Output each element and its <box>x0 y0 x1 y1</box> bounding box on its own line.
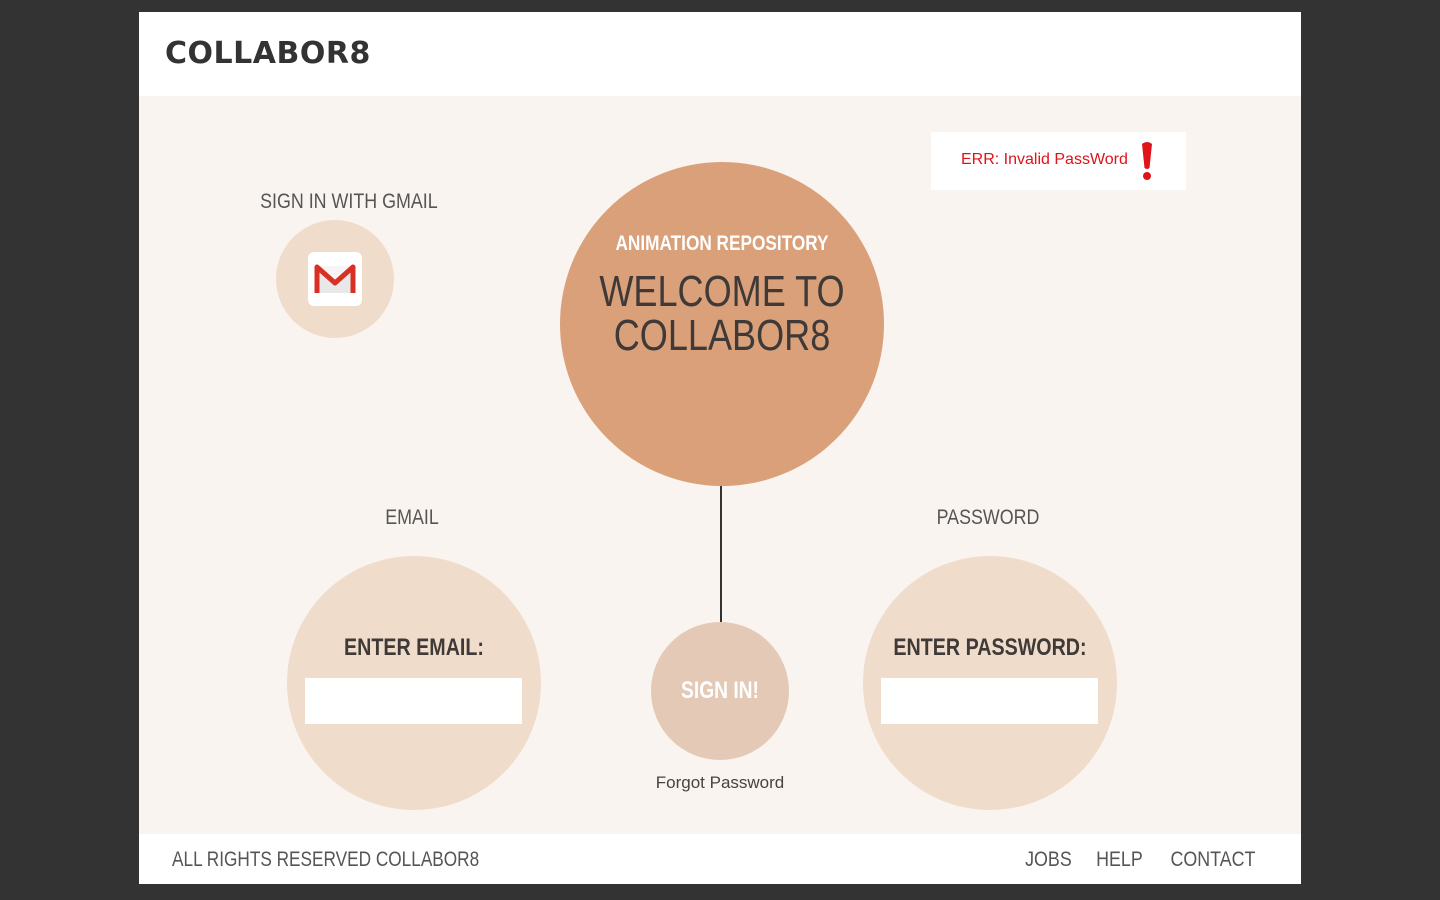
password-label: PASSWORD <box>936 506 1040 529</box>
footer: ALL RIGHTS RESERVED COLLABOR8 JOBS HELP … <box>139 834 1301 884</box>
signin-label: SIGN IN! <box>681 677 759 704</box>
footer-copyright: ALL RIGHTS RESERVED COLLABOR8 <box>172 848 480 871</box>
exclamation-icon <box>1142 142 1152 180</box>
login-area: ERR: Invalid PassWord SIGN IN WITH GMAIL… <box>139 96 1301 834</box>
app-frame: COLLABOR8 ERR: Invalid PassWord SIGN IN … <box>139 12 1301 884</box>
hero-title-line2: COLLABOR8 <box>613 311 831 360</box>
forgot-password-link[interactable]: Forgot Password <box>620 773 820 793</box>
brand-logo[interactable]: COLLABOR8 <box>165 36 371 71</box>
header: COLLABOR8 <box>139 12 1301 96</box>
password-circle: ENTER PASSWORD: <box>863 556 1117 810</box>
connector-line <box>720 486 722 622</box>
footer-link-jobs[interactable]: JOBS <box>1025 848 1072 872</box>
gmail-signin-label: SIGN IN WITH GMAIL <box>260 190 438 213</box>
email-input[interactable] <box>305 678 522 724</box>
hero-title: WELCOME TO COLLABOR8 <box>589 270 855 358</box>
hero-subtitle: ANIMATION REPOSITORY <box>615 232 829 255</box>
password-input[interactable] <box>881 678 1098 724</box>
gmail-signin-button[interactable] <box>276 220 394 338</box>
email-circle: ENTER EMAIL: <box>287 556 541 810</box>
email-caption: ENTER EMAIL: <box>344 634 484 661</box>
footer-links: JOBS HELP CONTACT <box>1021 848 1263 872</box>
footer-link-contact[interactable]: CONTACT <box>1171 848 1256 872</box>
error-toast: ERR: Invalid PassWord <box>931 132 1186 190</box>
signin-button[interactable]: SIGN IN! <box>651 622 789 760</box>
footer-link-help[interactable]: HELP <box>1096 848 1143 872</box>
gmail-icon <box>308 252 362 306</box>
email-label: EMAIL <box>385 506 439 529</box>
hero-title-line1: WELCOME TO <box>599 267 845 316</box>
error-message: ERR: Invalid PassWord <box>961 151 1128 168</box>
password-caption: ENTER PASSWORD: <box>893 634 1087 661</box>
welcome-hero: ANIMATION REPOSITORY WELCOME TO COLLABOR… <box>560 162 884 486</box>
